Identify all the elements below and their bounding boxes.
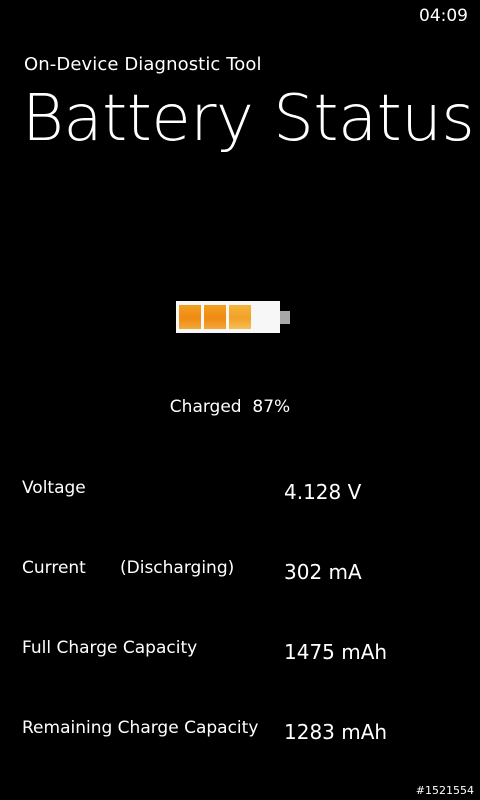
battery-level-segment	[229, 305, 251, 329]
current-direction-note: (Discharging)	[120, 558, 235, 578]
current-value: 302 mA	[284, 560, 362, 584]
full-charge-capacity-label: Full Charge Capacity	[22, 638, 198, 658]
battery-level-segment	[179, 305, 201, 329]
full-charge-capacity-value: 1475 mAh	[284, 640, 388, 664]
page-title: Battery Status	[22, 82, 475, 156]
app-title: On-Device Diagnostic Tool	[24, 54, 262, 75]
charge-status: Charged 87%	[169, 397, 291, 417]
remaining-charge-capacity-label: Remaining Charge Capacity	[22, 718, 259, 738]
remaining-charge-capacity-value: 1283 mAh	[284, 720, 388, 744]
battery-terminal-icon	[280, 311, 290, 324]
voltage-value: 4.128 V	[284, 480, 362, 504]
status-bar-clock: 04:09	[419, 6, 468, 26]
battery-level-segment	[204, 305, 226, 329]
current-label: Current	[22, 558, 86, 578]
voltage-label: Voltage	[22, 478, 86, 498]
battery-icon	[176, 301, 280, 333]
watermark-text: #1521554	[415, 784, 474, 797]
